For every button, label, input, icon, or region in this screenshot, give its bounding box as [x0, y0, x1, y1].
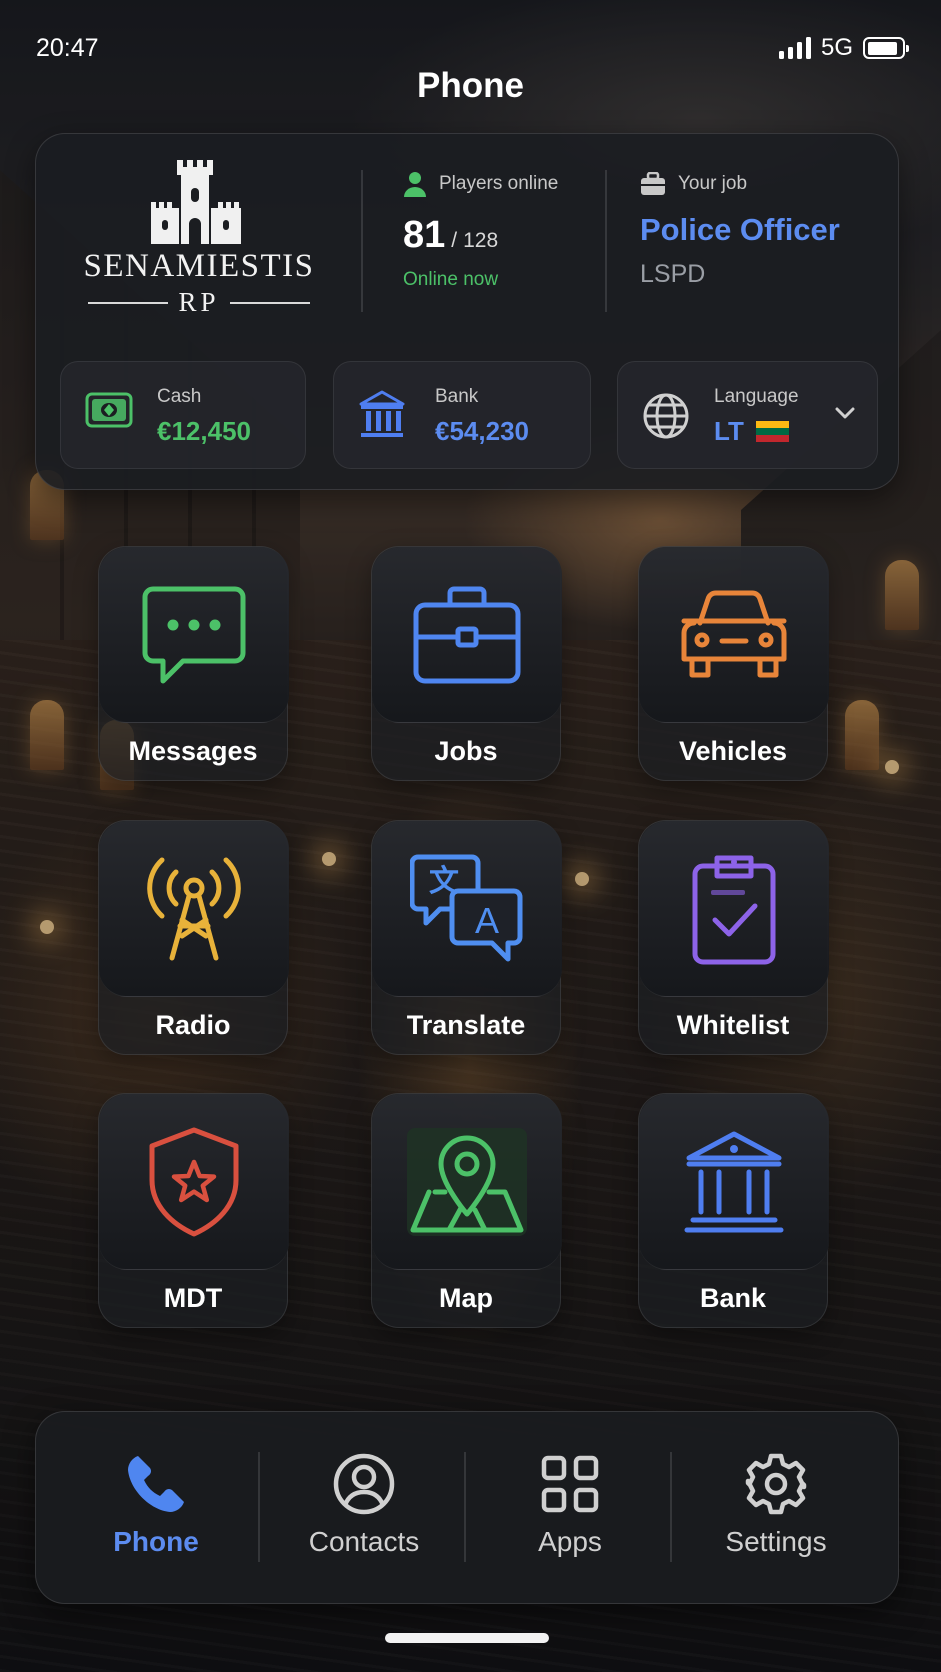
- online-status: Online now: [403, 269, 499, 290]
- cash-value: €12,450: [157, 416, 251, 446]
- cash-tile: Cash €12,450: [60, 361, 306, 469]
- briefcase-icon: [413, 586, 521, 683]
- chevron-down-icon[interactable]: [835, 406, 855, 420]
- app-jobs[interactable]: Jobs: [371, 546, 562, 781]
- app-vehicles[interactable]: Vehicles: [638, 546, 829, 781]
- app-label: MDT: [163, 1283, 223, 1313]
- server-suffix: RP: [178, 287, 220, 317]
- bank-balance-tile: Bank €54,230: [333, 361, 591, 469]
- dock-label: Apps: [538, 1526, 602, 1557]
- phone-icon: [128, 1456, 184, 1512]
- app-label: Map: [439, 1283, 493, 1313]
- home-indicator[interactable]: [385, 1633, 549, 1643]
- job-title: Police Officer: [640, 212, 840, 247]
- svg-text:A: A: [475, 900, 499, 941]
- divider: [361, 170, 363, 312]
- app-label: Messages: [128, 736, 258, 766]
- car-icon: [681, 590, 787, 677]
- battery-icon: [863, 37, 909, 59]
- players-max-count: 128: [463, 229, 499, 252]
- language-selector[interactable]: Language LT: [617, 361, 878, 469]
- bottom-dock: Phone Contacts Apps Settings: [35, 1411, 899, 1604]
- bank-icon: [684, 1131, 784, 1232]
- app-radio[interactable]: Radio: [98, 820, 289, 1055]
- dock-phone[interactable]: Phone: [66, 1452, 246, 1558]
- person-icon: [404, 172, 426, 197]
- cash-icon: [85, 392, 133, 428]
- app-label: Translate: [406, 1010, 526, 1040]
- dock-label: Contacts: [308, 1526, 420, 1557]
- job-label: Your job: [678, 173, 748, 194]
- lithuania-flag-icon: [755, 421, 789, 442]
- status-indicators: 5G: [778, 34, 909, 62]
- bank-small-icon: [359, 390, 405, 437]
- signal-strength-icon: [778, 37, 811, 59]
- divider: [605, 170, 607, 312]
- shield-star-icon: [149, 1127, 239, 1236]
- gear-icon: [745, 1453, 807, 1515]
- radio-tower-icon: [147, 857, 241, 960]
- clipboard-check-icon: [692, 855, 776, 964]
- app-label: Whitelist: [676, 1010, 790, 1040]
- app-translate[interactable]: 文 A Translate: [371, 820, 562, 1055]
- castle-icon: [151, 160, 241, 244]
- server-logo: SENAMIESTIS RP: [74, 158, 324, 317]
- screen-title: Phone: [417, 66, 524, 105]
- grid-icon: [541, 1455, 599, 1513]
- app-messages[interactable]: Messages: [98, 546, 289, 781]
- players-online-block: Players online 81 / 128 Online now: [403, 172, 559, 290]
- server-name: SENAMIESTIS: [83, 248, 315, 284]
- app-label: Vehicles: [678, 736, 788, 766]
- job-department: LSPD: [640, 260, 706, 288]
- app-label: Jobs: [434, 736, 498, 766]
- app-label: Bank: [699, 1283, 767, 1313]
- dock-settings[interactable]: Settings: [686, 1452, 866, 1558]
- dock-contacts[interactable]: Contacts: [274, 1452, 454, 1558]
- briefcase-small-icon: [641, 172, 665, 195]
- dock-label: Settings: [725, 1526, 827, 1557]
- user-circle-icon: [333, 1453, 395, 1515]
- app-label: Radio: [155, 1010, 231, 1040]
- status-time: 20:47: [36, 34, 99, 62]
- bank-balance-label: Bank: [435, 386, 479, 407]
- app-map[interactable]: Map: [371, 1093, 562, 1328]
- job-block: Your job Police Officer LSPD: [640, 170, 840, 289]
- players-online-count: 81: [403, 214, 446, 256]
- globe-icon: [643, 393, 689, 439]
- bank-balance-value: €54,230: [435, 416, 529, 446]
- map-pin-icon: [407, 1127, 527, 1236]
- svg-text:文: 文: [429, 864, 459, 899]
- app-mdt[interactable]: MDT: [98, 1093, 289, 1328]
- app-whitelist[interactable]: Whitelist: [638, 820, 829, 1055]
- status-bar: 20:47 5G: [36, 30, 909, 70]
- battery-level: [867, 41, 898, 55]
- language-value: LT: [714, 416, 744, 446]
- translate-icon: 文 A: [410, 854, 523, 961]
- dock-apps[interactable]: Apps: [480, 1452, 660, 1558]
- chat-bubble-icon: [142, 586, 246, 683]
- network-type: 5G: [820, 34, 853, 61]
- language-label: Language: [714, 386, 799, 407]
- players-online-label: Players online: [439, 173, 559, 194]
- dock-label: Phone: [113, 1526, 199, 1557]
- cash-label: Cash: [157, 386, 202, 407]
- server-info-card: SENAMIESTIS RP Players online 81 / 128 O…: [35, 133, 899, 490]
- app-bank[interactable]: Bank: [638, 1093, 829, 1328]
